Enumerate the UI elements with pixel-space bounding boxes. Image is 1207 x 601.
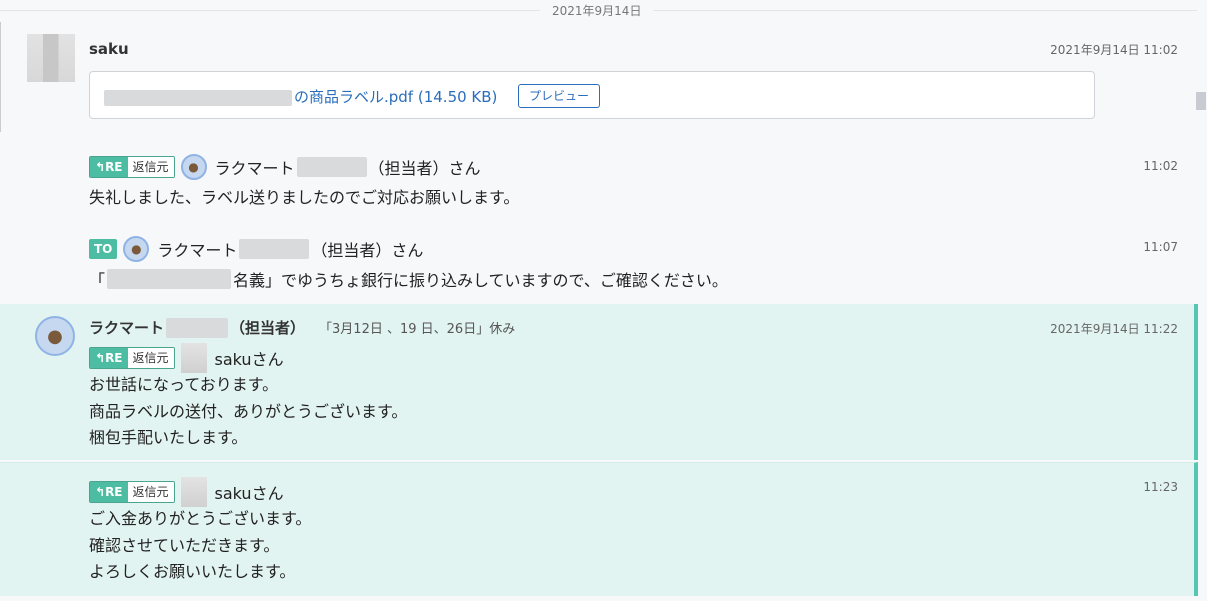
sender-line: ラクマート （担当者） 「3月12日 、19 日、26日」休み bbox=[89, 317, 515, 338]
sender-suffix[interactable]: （担当者） bbox=[230, 317, 305, 338]
sender-prefix[interactable]: ラクマート bbox=[89, 317, 164, 338]
reply-header: ↰RE 返信元 sakuさん bbox=[89, 343, 284, 373]
sender-note: 「3月12日 、19 日、26日」休み bbox=[319, 322, 516, 337]
recipient-suffix: （担当者）さん bbox=[311, 241, 424, 260]
reply-source-tag[interactable]: ↰RE 返信元 bbox=[89, 156, 175, 178]
recipient-avatar: ● bbox=[180, 154, 207, 180]
reply-source-tag[interactable]: ↰RE 返信元 bbox=[89, 481, 175, 503]
tag-label: RE bbox=[105, 160, 123, 174]
to-tag: TO bbox=[89, 239, 118, 259]
reply-header: ↰RE 返信元 ● ラクマート （担当者）さん bbox=[89, 154, 481, 180]
reply-arrow-icon: ↰RE bbox=[90, 482, 128, 502]
recipient-name: sakuさん bbox=[214, 484, 284, 503]
message-body: お世話になっております。 商品ラベルの送付、ありがとうございます。 梱包手配いた… bbox=[89, 375, 408, 447]
sender-name[interactable]: saku bbox=[89, 40, 129, 58]
avatar[interactable] bbox=[27, 34, 75, 82]
reply-source-tag[interactable]: ↰RE 返信元 bbox=[89, 347, 175, 369]
recipient-suffix: （担当者）さん bbox=[368, 159, 481, 178]
redacted-filename bbox=[104, 89, 292, 106]
message-body: ご入金ありがとうございます。 確認させていただきます。 よろしくお願いいたします… bbox=[89, 509, 312, 581]
redacted-name bbox=[239, 239, 310, 259]
recipient-prefix: ラクマート bbox=[214, 159, 295, 178]
reply-header: ↰RE 返信元 sakuさん bbox=[89, 477, 284, 507]
message-body: 「 名義」でゆうちょ銀行に振り込みしていますので、ご確認ください。 bbox=[89, 267, 728, 291]
recipient-avatar bbox=[180, 343, 207, 373]
tag-sub-label: 返信元 bbox=[127, 482, 174, 502]
file-name-text[interactable]: の商品ラベル.pdf (14.50 KB) bbox=[294, 88, 497, 106]
redacted-name bbox=[166, 317, 229, 338]
message-time: 2021年9月14日 11:22 bbox=[1050, 322, 1178, 336]
recipient-prefix: ラクマート bbox=[157, 241, 238, 260]
recipient-avatar: ● bbox=[123, 236, 150, 262]
body-prefix: 「 bbox=[89, 271, 106, 290]
message-body: 失礼しました、ラベル送りましたのでご対応お願いします。 bbox=[89, 188, 520, 207]
preview-button[interactable]: プレビュー bbox=[518, 84, 601, 108]
redacted-name bbox=[107, 269, 232, 289]
tag-sub-label: 返信元 bbox=[127, 348, 174, 368]
message-time: 2021年9月14日 11:02 bbox=[1050, 43, 1178, 57]
tag-label: RE bbox=[105, 485, 123, 499]
scrollbar-thumb[interactable] bbox=[1196, 92, 1206, 110]
date-divider-label: 2021年9月14日 bbox=[540, 2, 654, 19]
reply-arrow-icon: ↰RE bbox=[90, 348, 128, 368]
face-icon: ● bbox=[188, 160, 199, 174]
face-icon: ● bbox=[47, 325, 63, 347]
message-time: 11:07 bbox=[1143, 240, 1178, 254]
face-icon: ● bbox=[131, 242, 142, 256]
sender-avatar[interactable]: ● bbox=[35, 316, 75, 356]
message-time: 11:02 bbox=[1143, 159, 1178, 173]
tag-label: RE bbox=[105, 351, 123, 365]
file-link[interactable]: の商品ラベル.pdf (14.50 KB) bbox=[104, 86, 497, 107]
recipient-avatar bbox=[180, 477, 207, 507]
file-attachment: の商品ラベル.pdf (14.50 KB) プレビュー bbox=[89, 71, 1095, 119]
date-divider: 2021年9月14日 bbox=[0, 0, 1197, 20]
recipient-name: sakuさん bbox=[214, 350, 284, 369]
to-header: TO ● ラクマート （担当者）さん bbox=[89, 236, 423, 262]
redacted-name bbox=[296, 157, 367, 177]
tag-sub-label: 返信元 bbox=[127, 157, 174, 177]
message-time: 11:23 bbox=[1143, 480, 1178, 494]
body-suffix: 名義」でゆうちょ銀行に振り込みしていますので、ご確認ください。 bbox=[233, 271, 728, 290]
reply-arrow-icon: ↰RE bbox=[90, 157, 128, 177]
